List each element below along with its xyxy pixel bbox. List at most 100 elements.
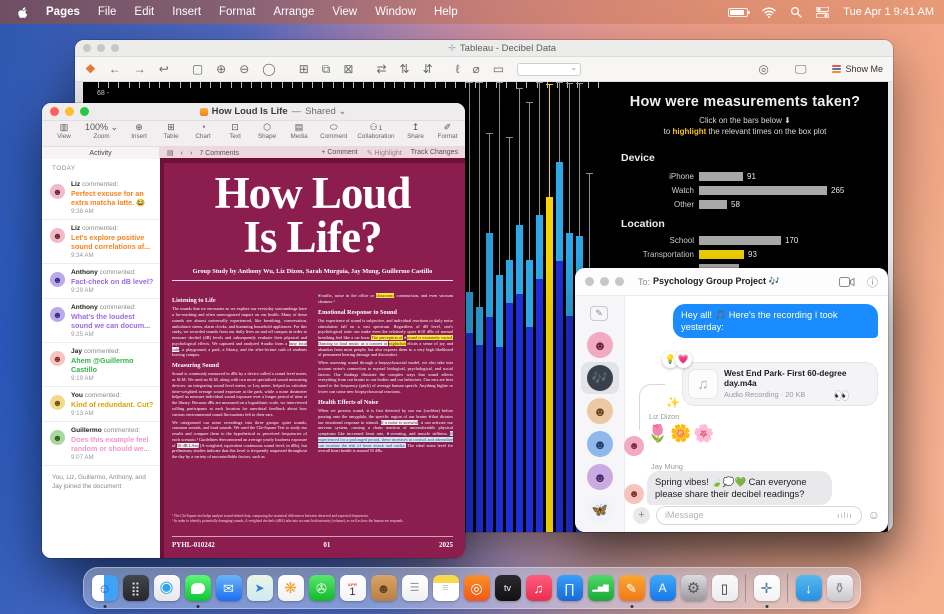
highlight-button[interactable]: ✎ Highlight [367, 149, 402, 157]
boxplot-bar-8[interactable] [546, 82, 554, 532]
shared-menu[interactable]: Shared ⌄ [305, 106, 346, 117]
toolbar-icon-6[interactable]: ◯ [262, 63, 275, 75]
menu-help[interactable]: Help [425, 6, 467, 18]
toolbar-icon-15[interactable]: ▭ [493, 63, 504, 75]
presentation-mode-icon[interactable]: 🖵 [795, 63, 807, 75]
dock-facetime[interactable]: ✇ [308, 571, 335, 605]
toolbar-icon-13[interactable]: ℓ [456, 63, 460, 75]
toolbar-icon-12[interactable]: ⇵ [423, 63, 433, 75]
emoji-picker-icon[interactable]: ☺ [868, 508, 880, 522]
dock-iphone-mirroring[interactable]: ▯ [711, 571, 738, 605]
toolbar-icon-3[interactable]: ▢ [192, 63, 203, 75]
toolbar-text-button[interactable]: ⊡Text [224, 122, 246, 141]
comment-item[interactable]: ☻You commented:Kind of redundant. Cut?9:… [42, 386, 160, 421]
dock-appstore[interactable]: A [649, 571, 676, 605]
outgoing-message[interactable]: Hey all! 🎵 Here's the recording I took y… [673, 304, 878, 338]
search-icon[interactable] [790, 6, 802, 18]
boxplot-bar-4[interactable] [506, 82, 514, 532]
toolbar-zoom-button[interactable]: 100% ⌄Zoom [85, 122, 118, 141]
dock-notes[interactable]: ≡ [432, 571, 459, 605]
boxplot-bar-0[interactable] [466, 82, 474, 532]
close-button[interactable] [585, 277, 594, 286]
message-input[interactable]: iMessage ıılıı [656, 506, 862, 525]
bar-row-transportation[interactable]: Transportation93 [607, 248, 883, 260]
dock-tableau[interactable]: ✛ [753, 571, 780, 605]
wifi-icon[interactable] [762, 7, 776, 18]
dock-appletv[interactable]: tv [494, 571, 521, 605]
comment-item[interactable]: ☻Jay commented:Ahem @Guillermo Castillo9… [42, 342, 160, 386]
toolbar-icon-0[interactable]: ← [109, 63, 121, 75]
dock-trash[interactable]: ⚱ [826, 571, 853, 605]
bar[interactable] [699, 250, 744, 259]
toolbar-table-button[interactable]: ⊞Table [160, 122, 182, 141]
toolbar-media-button[interactable]: ▤Media [288, 122, 310, 141]
toolbar-icon-8[interactable]: ⧉ [322, 63, 331, 75]
comment-item[interactable]: ☻Anthony commented:Fact-check on dB leve… [42, 263, 160, 298]
comment-item[interactable]: ☻Guillermo commented:Does this example f… [42, 421, 160, 465]
bar-row-other[interactable]: Other58 [607, 198, 883, 210]
zoom-button[interactable] [111, 44, 119, 52]
compose-icon[interactable]: ✎ [590, 306, 608, 321]
video-call-icon[interactable] [839, 277, 855, 287]
eyes-sticker[interactable]: 👀 [834, 388, 850, 404]
flowers-message[interactable]: 🌷🌼🌸 [647, 424, 717, 444]
highlight-tool-icon[interactable]: ◎ [758, 63, 768, 75]
menu-format[interactable]: Format [210, 6, 264, 18]
boxplot-bar-1[interactable] [476, 82, 484, 532]
document-page[interactable]: How Loud Is Life? Group Study by Anthony… [160, 158, 465, 558]
dock-safari[interactable]: ◉ [153, 571, 180, 605]
zoom-button[interactable] [615, 277, 624, 286]
boxplot-bar-5[interactable] [516, 82, 524, 532]
add-comment-button[interactable]: + Comment [321, 149, 357, 157]
bar[interactable] [699, 200, 727, 209]
tapbacks[interactable]: 💡 💗 [666, 351, 692, 368]
toolbar-icon-1[interactable]: → [134, 63, 146, 75]
boxplot-bar-6[interactable] [526, 82, 534, 532]
minimize-button[interactable] [97, 44, 105, 52]
dock-launchpad[interactable]: ⣿ [122, 571, 149, 605]
add-attachment-button[interactable]: + [633, 507, 650, 524]
apple-menu[interactable] [8, 6, 37, 19]
comment-item[interactable]: ☻Anthony commented:What's the loudest so… [42, 298, 160, 342]
conversation-avatar-3[interactable]: ☻ [587, 431, 613, 457]
control-center-icon[interactable] [816, 7, 829, 18]
show-me-button[interactable]: Show Me [832, 64, 883, 74]
conversation-avatar-0[interactable]: ☻ [587, 332, 613, 358]
toolbar-icon-10[interactable]: ⇄ [376, 63, 386, 75]
dock-messages[interactable] [184, 571, 211, 605]
toolbar-view-button[interactable]: ▥View [53, 122, 75, 141]
conversation-avatar-4[interactable]: ☻ [587, 464, 613, 490]
dock-reminders[interactable]: ☰ [401, 571, 428, 605]
boxplot-bar-7[interactable] [536, 82, 544, 532]
track-changes-button[interactable]: Track Changes [411, 149, 458, 157]
dock-calendar[interactable]: APR1 [339, 571, 366, 605]
toolbar-icon-14[interactable]: ⌀ [473, 63, 480, 75]
menu-arrange[interactable]: Arrange [264, 6, 323, 18]
dock-keynote[interactable]: ∏ [556, 571, 583, 605]
conversation-avatar-1[interactable]: 🎶 [587, 365, 613, 391]
battery-icon[interactable] [728, 8, 748, 17]
conversation-avatar-5[interactable]: 🦋 [587, 497, 613, 523]
boxplot-bar-9[interactable] [556, 82, 564, 532]
next-comment-button[interactable]: › [190, 150, 192, 157]
bar-row-school[interactable]: School170 [607, 234, 883, 246]
bar-row-watch[interactable]: Watch265 [607, 184, 883, 196]
boxplot-bar-2[interactable] [486, 82, 494, 532]
dock-mail[interactable]: ✉ [215, 571, 242, 605]
audio-waveform-icon[interactable]: ıılıı [837, 511, 853, 520]
menu-insert[interactable]: Insert [163, 6, 210, 18]
toolbar-chart-button[interactable]: ◔Chart [192, 122, 214, 141]
dock-settings[interactable]: ⚙ [680, 571, 707, 605]
toolbar-icon-2[interactable]: ↩ [159, 63, 169, 75]
toolbar-insert-button[interactable]: ⊕Insert [128, 122, 150, 141]
close-button[interactable] [83, 44, 91, 52]
toolbar-icon-7[interactable]: ⊞ [299, 63, 309, 75]
dock-numbers[interactable]: ▂▅▇ [587, 571, 614, 605]
incoming-message[interactable]: Spring vibes! 🍃💭💚 Can everyone please sh… [647, 471, 832, 505]
toolbar-share-button[interactable]: ↥Share [404, 122, 426, 141]
prev-comment-button[interactable]: ‹ [181, 150, 183, 157]
menu-app-name[interactable]: Pages [37, 6, 89, 18]
tapback-heart[interactable]: 💗 [675, 351, 692, 368]
tableau-toolbar-logo-icon[interactable]: ❖ [85, 63, 96, 75]
toolbar-format-button[interactable]: ✐Format [436, 122, 458, 141]
